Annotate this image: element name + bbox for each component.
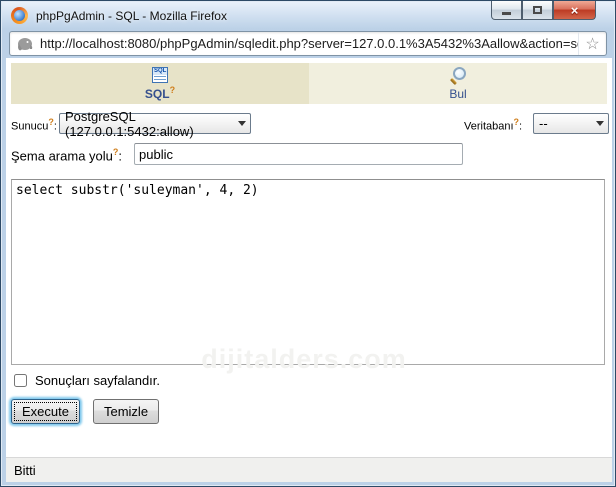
tab-sql-label: SQL? — [144, 84, 176, 101]
url-text[interactable]: http://localhost:8080/phpPgAdmin/sqledit… — [40, 36, 578, 51]
url-bar[interactable]: http://localhost:8080/phpPgAdmin/sqledit… — [9, 31, 607, 56]
phppgadmin-elephant-favicon — [18, 37, 33, 50]
dropdown-arrow-icon — [238, 121, 246, 126]
tab-bul[interactable]: Bul — [309, 63, 607, 104]
database-select[interactable]: -- — [533, 113, 609, 134]
paginate-results-checkbox[interactable] — [14, 373, 27, 387]
page-content: SQL SQL? Bul Sunucu?: PostgreSQL (127.0.… — [6, 58, 612, 457]
execute-button[interactable]: Execute — [11, 398, 80, 424]
magnifier-icon — [449, 66, 467, 85]
close-button[interactable]: × — [553, 1, 596, 20]
paginate-row: Sonuçları sayfalandır. — [14, 371, 160, 389]
schema-row: Şema arama yolu?: — [11, 143, 607, 167]
tab-sql[interactable]: SQL SQL? — [11, 63, 309, 104]
maximize-button[interactable] — [522, 1, 553, 20]
window-title: phpPgAdmin - SQL - Mozilla Firefox — [36, 8, 227, 23]
buttons-row: Execute Temizle — [11, 396, 160, 426]
server-select-value: PostgreSQL (127.0.0.1:5432:allow) — [65, 108, 194, 139]
clear-button[interactable]: Temizle — [92, 398, 160, 424]
tab-bar: SQL SQL? Bul — [11, 63, 607, 104]
database-label: Veritabanı?: — [464, 117, 523, 133]
maximize-icon — [533, 6, 542, 14]
server-select[interactable]: PostgreSQL (127.0.0.1:5432:allow) — [59, 109, 251, 139]
database-select-value: -- — [539, 116, 548, 131]
sql-document-icon: SQL — [152, 66, 168, 83]
browser-window: phpPgAdmin - SQL - Mozilla Firefox × htt… — [0, 0, 616, 487]
schema-search-path-input[interactable] — [134, 143, 463, 165]
sql-icon-lines — [154, 75, 166, 82]
schema-label: Şema arama yolu?: — [11, 147, 123, 164]
sql-help-link[interactable]: ? — [170, 85, 176, 95]
navigation-bar: http://localhost:8080/phpPgAdmin/sqledit… — [6, 29, 610, 58]
status-bar: Bitti — [6, 457, 612, 482]
minimize-button[interactable] — [491, 1, 522, 20]
sql-query-textarea[interactable]: select substr('suleyman', 4, 2) — [11, 179, 605, 365]
dropdown-arrow-icon — [596, 121, 604, 126]
firefox-icon — [11, 7, 28, 24]
tab-bul-label: Bul — [449, 86, 467, 101]
window-controls: × — [491, 1, 596, 20]
bookmark-star-icon[interactable]: ☆ — [578, 32, 606, 55]
paginate-label: Sonuçları sayfalandır. — [35, 372, 161, 388]
close-icon: × — [570, 2, 579, 18]
minimize-icon — [502, 11, 511, 15]
server-label: Sunucu?: — [11, 117, 57, 133]
status-text: Bitti — [14, 462, 36, 478]
server-row: Sunucu?: PostgreSQL (127.0.0.1:5432:allo… — [11, 109, 609, 139]
sql-icon-text: SQL — [153, 67, 167, 75]
